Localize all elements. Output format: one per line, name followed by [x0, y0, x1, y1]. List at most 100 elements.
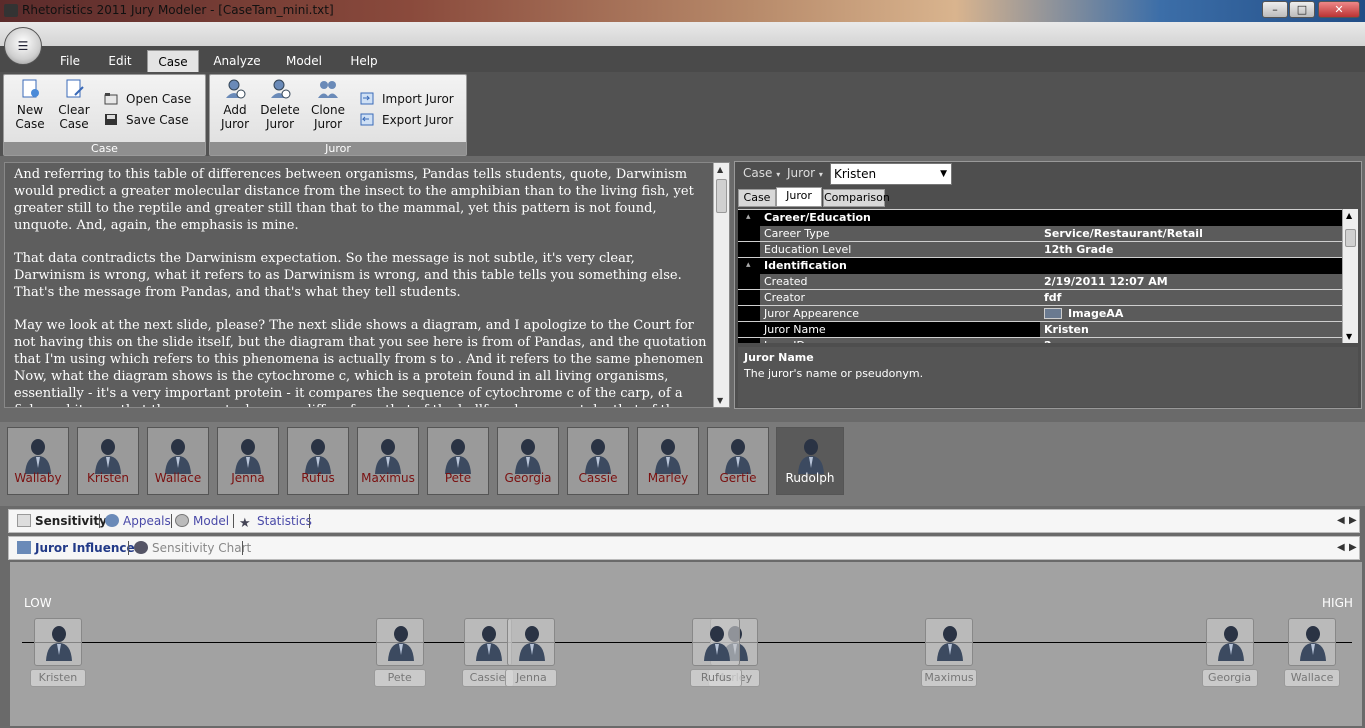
collapse-icon[interactable]: ▴ [746, 210, 751, 225]
scroll-down-icon[interactable]: ▼ [717, 396, 723, 405]
juror-group-caption: Juror [210, 142, 466, 155]
juror-card[interactable]: Marley [637, 427, 699, 495]
description-text: The juror's name or pseudonym. [744, 367, 924, 380]
property-row[interactable]: Creator fdf [738, 290, 1342, 306]
open-case-button[interactable]: Open Case [104, 90, 191, 108]
menu-tab-analyze[interactable]: Analyze [206, 50, 268, 72]
juror-card-name: Maximus [361, 471, 415, 485]
tab-sensitivity-chart-label: Sensitivity Chart [152, 541, 252, 555]
application-menu-button[interactable]: ☰ [4, 27, 42, 65]
tab-sensitivity-chart[interactable]: Sensitivity Chart [134, 537, 251, 559]
juror-card[interactable]: Pete [427, 427, 489, 495]
menu-tab-model[interactable]: Model [278, 50, 330, 72]
breadcrumb-case[interactable]: Case ▾ [743, 166, 780, 180]
property-row[interactable]: Created 2/19/2011 12:07 AM [738, 274, 1342, 290]
influence-juror-pin[interactable] [692, 618, 741, 666]
scroll-up-icon[interactable]: ▲ [717, 165, 723, 174]
tab-appeals[interactable]: Appeals [105, 510, 171, 532]
tab-statistics[interactable]: ★ Statistics [239, 510, 312, 532]
tab-case[interactable]: Case [738, 189, 776, 207]
scrollbar-thumb[interactable] [1345, 229, 1356, 247]
new-case-label: New Case [15, 103, 45, 131]
juror-avatar-icon [164, 438, 192, 474]
app-icon [4, 4, 18, 17]
influence-juror-pin[interactable] [375, 618, 424, 666]
tab-scroll-right-icon[interactable]: ▶ [1349, 515, 1357, 526]
juror-card[interactable]: Jenna [217, 427, 279, 495]
tab-model[interactable]: Model [175, 510, 229, 532]
window-title: Rhetoristics 2011 Jury Modeler - [CaseTa… [22, 3, 334, 17]
category-label: Identification [764, 259, 847, 272]
export-juror-button[interactable]: Export Juror [360, 111, 453, 129]
influence-juror-pin[interactable] [463, 618, 512, 666]
description-title: Juror Name [744, 351, 814, 364]
tab-sensitivity[interactable]: Sensitivity [17, 510, 107, 532]
influence-juror-label: Georgia [1201, 669, 1258, 687]
property-value[interactable]: 12th Grade [1040, 242, 1342, 257]
property-value[interactable]: ImageAA [1040, 306, 1342, 321]
scrollbar-thumb[interactable] [716, 179, 727, 213]
juror-card-name: Gertie [719, 471, 757, 485]
menu-tab-case[interactable]: Case [147, 50, 199, 72]
tab-juror-influence[interactable]: Juror Influence [17, 537, 135, 559]
menu-tab-edit[interactable]: Edit [98, 50, 142, 72]
property-value[interactable]: Kristen [1040, 322, 1342, 337]
juror-card[interactable]: Georgia [497, 427, 559, 495]
breadcrumb-juror[interactable]: Juror ▾ [787, 166, 823, 180]
clone-juror-button[interactable]: Clone Juror [306, 79, 350, 135]
juror-card[interactable]: Rufus [287, 427, 349, 495]
juror-avatar-icon [518, 624, 546, 662]
menu-tab-help[interactable]: Help [340, 50, 388, 72]
property-row[interactable]: Juror ID2 [738, 338, 1342, 343]
property-row[interactable]: Education Level 12th Grade [738, 242, 1342, 258]
close-button[interactable]: ✕ [1318, 1, 1360, 18]
property-row[interactable]: Career Type Service/Restaurant/Retail [738, 226, 1342, 242]
property-row[interactable]: Juror Appearence ImageAA [738, 306, 1342, 322]
property-row[interactable]: Juror Name Kristen [738, 322, 1342, 338]
influence-juror-pin[interactable] [1205, 618, 1254, 666]
clear-case-button[interactable]: Clear Case [52, 79, 96, 135]
property-value[interactable]: fdf [1040, 290, 1342, 305]
property-value[interactable]: 2 [1040, 338, 1342, 343]
influence-juror-pin[interactable] [925, 618, 973, 666]
property-value[interactable]: Service/Restaurant/Retail [1040, 226, 1342, 241]
import-juror-label: Import Juror [382, 92, 454, 106]
juror-card[interactable]: Maximus [357, 427, 419, 495]
import-juror-button[interactable]: Import Juror [360, 90, 454, 108]
influence-juror-pin[interactable] [33, 618, 82, 666]
minimize-button[interactable]: – [1262, 1, 1288, 18]
tab-comparison[interactable]: Comparison [823, 189, 890, 207]
menu-tab-file[interactable]: File [50, 50, 90, 72]
juror-card[interactable]: Rudolph [776, 427, 844, 495]
tab-scroll-left-icon[interactable]: ◀ [1337, 515, 1345, 526]
tab-scroll-right-icon[interactable]: ▶ [1349, 542, 1357, 553]
category-row[interactable]: ▴ Career/Education [738, 210, 1342, 226]
property-value[interactable]: 2/19/2011 12:07 AM [1040, 274, 1342, 289]
maximize-button[interactable]: □ [1289, 1, 1315, 18]
scroll-up-icon[interactable]: ▲ [1346, 211, 1352, 220]
juror-card[interactable]: Gertie [707, 427, 769, 495]
influence-juror-pin[interactable] [507, 618, 556, 666]
tab-juror[interactable]: Juror [776, 187, 822, 207]
case-group-caption: Case [4, 142, 205, 155]
juror-card[interactable]: Wallaby [7, 427, 69, 495]
category-row[interactable]: ▴ Identification [738, 258, 1342, 274]
property-grid-scrollbar[interactable]: ▲ ▼ [1342, 209, 1358, 343]
scroll-down-icon[interactable]: ▼ [1346, 332, 1352, 341]
delete-juror-button[interactable]: Delete Juror [258, 79, 302, 135]
transcript-text-area[interactable]: And referring to this table of differenc… [4, 162, 730, 408]
juror-dropdown[interactable]: Kristen ▼ [830, 163, 952, 185]
juror-card[interactable]: Cassie [567, 427, 629, 495]
juror-card[interactable]: Kristen [77, 427, 139, 495]
influence-juror-label: Kristen [29, 669, 86, 687]
save-case-button[interactable]: Save Case [104, 111, 189, 129]
transcript-scrollbar[interactable]: ▲ ▼ [713, 163, 729, 407]
juror-card[interactable]: Wallace [147, 427, 209, 495]
tab-scroll-left-icon[interactable]: ◀ [1337, 542, 1345, 553]
category-label: Career/Education [764, 211, 871, 224]
influence-juror-pin[interactable] [1288, 618, 1337, 666]
influence-juror-label: Rufus [690, 669, 743, 687]
collapse-icon[interactable]: ▴ [746, 258, 751, 273]
new-case-button[interactable]: New Case [8, 79, 52, 135]
add-juror-button[interactable]: Add Juror [213, 79, 257, 135]
